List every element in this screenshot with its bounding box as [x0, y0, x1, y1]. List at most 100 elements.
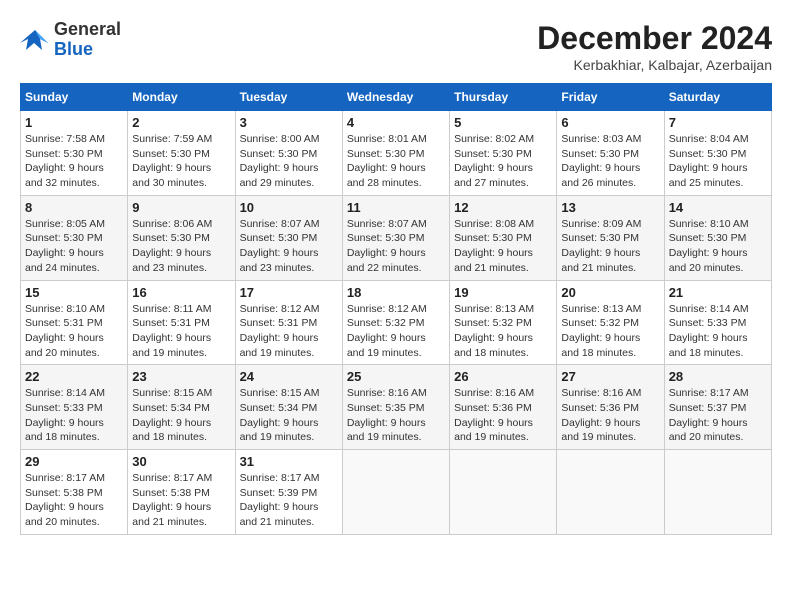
day-info: Sunrise: 8:06 AMSunset: 5:30 PMDaylight:… [132, 217, 230, 276]
day-number: 8 [25, 200, 123, 215]
day-number: 26 [454, 369, 552, 384]
calendar-cell: 31 Sunrise: 8:17 AMSunset: 5:39 PMDayligh… [235, 450, 342, 535]
day-info: Sunrise: 8:15 AMSunset: 5:34 PMDaylight:… [132, 386, 230, 445]
day-info: Sunrise: 8:14 AMSunset: 5:33 PMDaylight:… [669, 302, 767, 361]
weekday-header-saturday: Saturday [664, 84, 771, 111]
calendar-cell [450, 450, 557, 535]
day-number: 15 [25, 285, 123, 300]
day-info: Sunrise: 8:13 AMSunset: 5:32 PMDaylight:… [454, 302, 552, 361]
day-number: 31 [240, 454, 338, 469]
calendar-cell: 11 Sunrise: 8:07 AMSunset: 5:30 PMDayligh… [342, 195, 449, 280]
calendar-cell [557, 450, 664, 535]
calendar-cell: 4 Sunrise: 8:01 AMSunset: 5:30 PMDaylight… [342, 111, 449, 196]
month-year-title: December 2024 [537, 20, 772, 57]
day-info: Sunrise: 8:16 AMSunset: 5:35 PMDaylight:… [347, 386, 445, 445]
day-info: Sunrise: 8:10 AMSunset: 5:30 PMDaylight:… [669, 217, 767, 276]
day-number: 1 [25, 115, 123, 130]
day-info: Sunrise: 7:58 AMSunset: 5:30 PMDaylight:… [25, 132, 123, 191]
day-info: Sunrise: 8:17 AMSunset: 5:37 PMDaylight:… [669, 386, 767, 445]
calendar-cell: 16 Sunrise: 8:11 AMSunset: 5:31 PMDayligh… [128, 280, 235, 365]
calendar-cell: 12Sunrise: 8:08 AMSunset: 5:30 PMDayligh… [450, 195, 557, 280]
day-number: 11 [347, 200, 445, 215]
day-number: 18 [347, 285, 445, 300]
calendar-cell: 24Sunrise: 8:15 AMSunset: 5:34 PMDayligh… [235, 365, 342, 450]
calendar-cell: 27Sunrise: 8:16 AMSunset: 5:36 PMDayligh… [557, 365, 664, 450]
day-number: 23 [132, 369, 230, 384]
calendar-cell: 15Sunrise: 8:10 AMSunset: 5:31 PMDayligh… [21, 280, 128, 365]
calendar-week-2: 8 Sunrise: 8:05 AMSunset: 5:30 PMDaylight… [21, 195, 772, 280]
day-number: 22 [25, 369, 123, 384]
calendar-cell: 6 Sunrise: 8:03 AMSunset: 5:30 PMDaylight… [557, 111, 664, 196]
calendar-cell: 22 Sunrise: 8:14 AMSunset: 5:33 PMDayligh… [21, 365, 128, 450]
title-block: December 2024 Kerbakhiar, Kalbajar, Azer… [537, 20, 772, 73]
calendar-cell: 5 Sunrise: 8:02 AMSunset: 5:30 PMDaylight… [450, 111, 557, 196]
calendar-week-4: 22 Sunrise: 8:14 AMSunset: 5:33 PMDayligh… [21, 365, 772, 450]
day-number: 19 [454, 285, 552, 300]
day-number: 4 [347, 115, 445, 130]
calendar-cell: 3Sunrise: 8:00 AMSunset: 5:30 PMDaylight… [235, 111, 342, 196]
day-number: 7 [669, 115, 767, 130]
logo: General Blue [20, 20, 121, 60]
calendar-cell: 29Sunrise: 8:17 AMSunset: 5:38 PMDayligh… [21, 450, 128, 535]
day-info: Sunrise: 8:00 AMSunset: 5:30 PMDaylight:… [240, 132, 338, 191]
calendar-body: 1 Sunrise: 7:58 AMSunset: 5:30 PMDaylight… [21, 111, 772, 535]
logo-icon [20, 25, 50, 55]
day-number: 24 [240, 369, 338, 384]
day-info: Sunrise: 8:09 AMSunset: 5:30 PMDaylight:… [561, 217, 659, 276]
day-info: Sunrise: 8:17 AMSunset: 5:38 PMDaylight:… [25, 471, 123, 530]
calendar-cell: 18 Sunrise: 8:12 AMSunset: 5:32 PMDayligh… [342, 280, 449, 365]
calendar-cell: 19 Sunrise: 8:13 AMSunset: 5:32 PMDayligh… [450, 280, 557, 365]
day-number: 21 [669, 285, 767, 300]
weekday-header-tuesday: Tuesday [235, 84, 342, 111]
calendar-cell: 13 Sunrise: 8:09 AMSunset: 5:30 PMDayligh… [557, 195, 664, 280]
calendar-cell: 7 Sunrise: 8:04 AMSunset: 5:30 PMDaylight… [664, 111, 771, 196]
day-info: Sunrise: 8:12 AMSunset: 5:31 PMDaylight:… [240, 302, 338, 361]
calendar-cell [664, 450, 771, 535]
weekday-header-monday: Monday [128, 84, 235, 111]
day-info: Sunrise: 8:17 AMSunset: 5:38 PMDaylight:… [132, 471, 230, 530]
day-number: 20 [561, 285, 659, 300]
day-number: 9 [132, 200, 230, 215]
weekday-header-friday: Friday [557, 84, 664, 111]
day-info: Sunrise: 8:01 AMSunset: 5:30 PMDaylight:… [347, 132, 445, 191]
day-number: 25 [347, 369, 445, 384]
day-number: 14 [669, 200, 767, 215]
day-number: 6 [561, 115, 659, 130]
day-number: 13 [561, 200, 659, 215]
day-number: 28 [669, 369, 767, 384]
day-info: Sunrise: 8:12 AMSunset: 5:32 PMDaylight:… [347, 302, 445, 361]
calendar-week-3: 15Sunrise: 8:10 AMSunset: 5:31 PMDayligh… [21, 280, 772, 365]
calendar-cell: 9 Sunrise: 8:06 AMSunset: 5:30 PMDaylight… [128, 195, 235, 280]
day-number: 27 [561, 369, 659, 384]
day-info: Sunrise: 8:07 AMSunset: 5:30 PMDaylight:… [347, 217, 445, 276]
day-info: Sunrise: 8:14 AMSunset: 5:33 PMDaylight:… [25, 386, 123, 445]
calendar-table: SundayMondayTuesdayWednesdayThursdayFrid… [20, 83, 772, 535]
day-number: 5 [454, 115, 552, 130]
day-info: Sunrise: 8:11 AMSunset: 5:31 PMDaylight:… [132, 302, 230, 361]
day-info: Sunrise: 8:13 AMSunset: 5:32 PMDaylight:… [561, 302, 659, 361]
calendar-week-5: 29Sunrise: 8:17 AMSunset: 5:38 PMDayligh… [21, 450, 772, 535]
day-info: Sunrise: 8:07 AMSunset: 5:30 PMDaylight:… [240, 217, 338, 276]
calendar-cell: 25 Sunrise: 8:16 AMSunset: 5:35 PMDayligh… [342, 365, 449, 450]
day-info: Sunrise: 8:17 AMSunset: 5:39 PMDaylight:… [240, 471, 338, 530]
calendar-cell: 26 Sunrise: 8:16 AMSunset: 5:36 PMDayligh… [450, 365, 557, 450]
day-info: Sunrise: 8:02 AMSunset: 5:30 PMDaylight:… [454, 132, 552, 191]
calendar-cell: 8 Sunrise: 8:05 AMSunset: 5:30 PMDaylight… [21, 195, 128, 280]
page-header: General Blue December 2024 Kerbakhiar, K… [20, 20, 772, 73]
day-number: 30 [132, 454, 230, 469]
location-subtitle: Kerbakhiar, Kalbajar, Azerbaijan [537, 57, 772, 73]
calendar-cell: 14 Sunrise: 8:10 AMSunset: 5:30 PMDayligh… [664, 195, 771, 280]
calendar-header-row: SundayMondayTuesdayWednesdayThursdayFrid… [21, 84, 772, 111]
day-number: 16 [132, 285, 230, 300]
calendar-cell: 1 Sunrise: 7:58 AMSunset: 5:30 PMDaylight… [21, 111, 128, 196]
day-info: Sunrise: 8:03 AMSunset: 5:30 PMDaylight:… [561, 132, 659, 191]
day-info: Sunrise: 8:16 AMSunset: 5:36 PMDaylight:… [454, 386, 552, 445]
weekday-header-thursday: Thursday [450, 84, 557, 111]
day-info: Sunrise: 8:04 AMSunset: 5:30 PMDaylight:… [669, 132, 767, 191]
calendar-cell: 21 Sunrise: 8:14 AMSunset: 5:33 PMDayligh… [664, 280, 771, 365]
day-info: Sunrise: 8:05 AMSunset: 5:30 PMDaylight:… [25, 217, 123, 276]
calendar-cell: 10Sunrise: 8:07 AMSunset: 5:30 PMDayligh… [235, 195, 342, 280]
day-number: 17 [240, 285, 338, 300]
calendar-cell: 28 Sunrise: 8:17 AMSunset: 5:37 PMDayligh… [664, 365, 771, 450]
calendar-cell: 23 Sunrise: 8:15 AMSunset: 5:34 PMDayligh… [128, 365, 235, 450]
